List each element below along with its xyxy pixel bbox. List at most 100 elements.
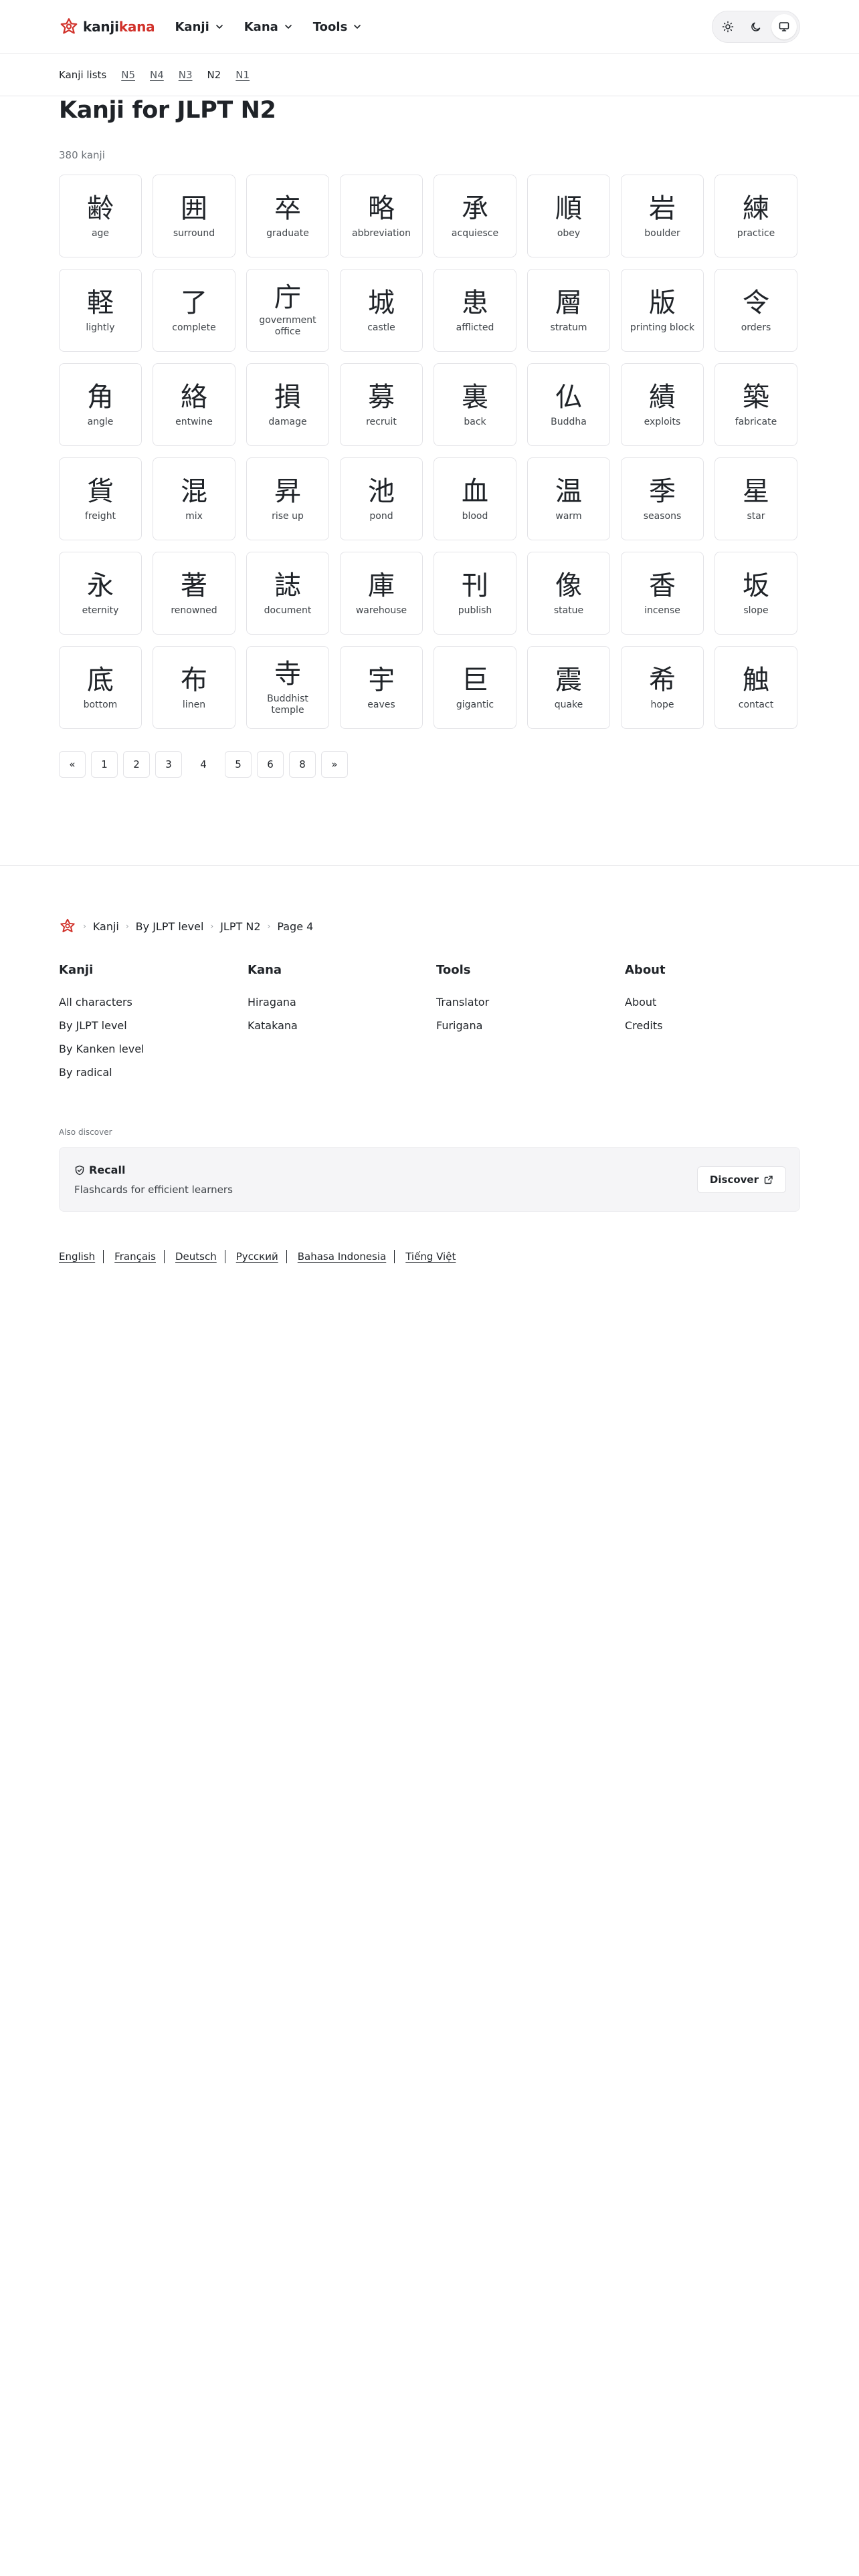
nav-kanji-menu[interactable]: Kanji <box>175 20 223 34</box>
kanji-card[interactable]: 昇 rise up <box>246 457 329 540</box>
language-english[interactable]: English <box>59 1251 95 1263</box>
footer-link-by-jlpt-level[interactable]: By JLPT level <box>59 1020 248 1032</box>
kanji-meaning: graduate <box>266 227 309 239</box>
kanji-card[interactable]: 庫 warehouse <box>340 552 423 635</box>
kanji-card[interactable]: 布 linen <box>153 646 235 729</box>
flower-logo-icon[interactable] <box>59 918 76 935</box>
pagination-page-5[interactable]: 5 <box>225 751 252 778</box>
system-theme-button[interactable] <box>771 14 797 39</box>
kanji-card[interactable]: 軽 lightly <box>59 269 142 352</box>
breadcrumb-jlpt-n2[interactable]: JLPT N2 <box>220 920 260 933</box>
kanji-card[interactable]: 宇 eaves <box>340 646 423 729</box>
kanji-card[interactable]: 星 star <box>714 457 797 540</box>
kanji-card[interactable]: 坂 slope <box>714 552 797 635</box>
pagination-page-1[interactable]: 1 <box>91 751 118 778</box>
kanji-card[interactable]: 香 incense <box>621 552 704 635</box>
kanji-card[interactable]: 永 eternity <box>59 552 142 635</box>
chevron-down-icon <box>284 25 292 29</box>
kanji-card[interactable]: 令 orders <box>714 269 797 352</box>
kanji-meaning: afflicted <box>456 322 494 333</box>
footer-column-about: About About Credits <box>625 963 814 1090</box>
kanji-card[interactable]: 池 pond <box>340 457 423 540</box>
kanji-card[interactable]: 損 damage <box>246 363 329 446</box>
kanji-card[interactable]: 練 practice <box>714 175 797 257</box>
kanji-card[interactable]: 貨 freight <box>59 457 142 540</box>
subnav-level-n3[interactable]: N3 <box>179 69 193 81</box>
language-french[interactable]: Français <box>114 1251 156 1263</box>
kanji-card[interactable]: 触 contact <box>714 646 797 729</box>
pagination-next[interactable]: » <box>321 751 348 778</box>
kanji-card[interactable]: 層 stratum <box>527 269 610 352</box>
kanji-card[interactable]: 刊 publish <box>434 552 516 635</box>
kanji-card[interactable]: 震 quake <box>527 646 610 729</box>
pagination-page-2[interactable]: 2 <box>123 751 150 778</box>
kanji-card[interactable]: 築 fabricate <box>714 363 797 446</box>
kanji-card[interactable]: 温 warm <box>527 457 610 540</box>
kanji-meaning: damage <box>268 416 307 427</box>
footer-link-about[interactable]: About <box>625 996 814 1008</box>
kanji-character: 庫 <box>368 570 395 601</box>
kanji-card[interactable]: 著 renowned <box>153 552 235 635</box>
language-indonesian[interactable]: Bahasa Indonesia <box>298 1251 387 1263</box>
footer-link-by-radical[interactable]: By radical <box>59 1067 248 1079</box>
pagination-page-3[interactable]: 3 <box>155 751 182 778</box>
nav-kana-menu[interactable]: Kana <box>244 20 293 34</box>
footer-link-furigana[interactable]: Furigana <box>436 1020 625 1032</box>
subnav-level-n1[interactable]: N1 <box>235 69 250 81</box>
kanji-card[interactable]: 略 abbreviation <box>340 175 423 257</box>
kanji-character: 卒 <box>274 193 301 224</box>
breadcrumb-by-jlpt-level[interactable]: By JLPT level <box>136 920 204 933</box>
kanji-card[interactable]: 齢 age <box>59 175 142 257</box>
kanji-card[interactable]: 承 acquiesce <box>434 175 516 257</box>
pagination-page-8[interactable]: 8 <box>289 751 316 778</box>
kanji-card[interactable]: 寺 Buddhist temple <box>246 646 329 729</box>
footer-link-all-characters[interactable]: All characters <box>59 996 248 1008</box>
pagination-prev[interactable]: « <box>59 751 86 778</box>
kanji-card[interactable]: 像 statue <box>527 552 610 635</box>
footer-link-katakana[interactable]: Katakana <box>248 1020 436 1032</box>
language-german[interactable]: Deutsch <box>175 1251 217 1263</box>
footer-link-credits[interactable]: Credits <box>625 1020 814 1032</box>
kanji-card[interactable]: 了 complete <box>153 269 235 352</box>
kanji-card[interactable]: 希 hope <box>621 646 704 729</box>
kanji-card[interactable]: 誌 document <box>246 552 329 635</box>
site-logo[interactable]: kanjikana <box>59 17 155 37</box>
kanji-card[interactable]: 績 exploits <box>621 363 704 446</box>
kanji-card[interactable]: 患 afflicted <box>434 269 516 352</box>
kanji-card[interactable]: 裏 back <box>434 363 516 446</box>
footer-link-hiragana[interactable]: Hiragana <box>248 996 436 1008</box>
light-theme-button[interactable] <box>715 14 741 39</box>
breadcrumb-kanji[interactable]: Kanji <box>93 920 119 933</box>
kanji-card[interactable]: 仏 Buddha <box>527 363 610 446</box>
kanji-card[interactable]: 版 printing block <box>621 269 704 352</box>
kanji-card[interactable]: 岩 boulder <box>621 175 704 257</box>
kanji-card[interactable]: 城 castle <box>340 269 423 352</box>
kanji-card[interactable]: 順 obey <box>527 175 610 257</box>
kanji-card[interactable]: 血 blood <box>434 457 516 540</box>
subnav-level-n5[interactable]: N5 <box>121 69 135 81</box>
kanji-card[interactable]: 募 recruit <box>340 363 423 446</box>
kanji-card[interactable]: 底 bottom <box>59 646 142 729</box>
kanji-character: 像 <box>555 570 582 601</box>
pagination-page-6[interactable]: 6 <box>257 751 284 778</box>
language-russian[interactable]: Русский <box>236 1251 278 1263</box>
kanji-card[interactable]: 囲 surround <box>153 175 235 257</box>
kanji-card[interactable]: 庁 government office <box>246 269 329 352</box>
kanji-card[interactable]: 絡 entwine <box>153 363 235 446</box>
subnav-level-n4[interactable]: N4 <box>150 69 164 81</box>
discover-button[interactable]: Discover <box>696 1166 786 1193</box>
footer-link-by-kanken-level[interactable]: By Kanken level <box>59 1043 248 1055</box>
kanji-character: 池 <box>368 475 395 507</box>
nav-tools-menu[interactable]: Tools <box>313 20 363 34</box>
kanji-card[interactable]: 巨 gigantic <box>434 646 516 729</box>
footer-link-translator[interactable]: Translator <box>436 996 625 1008</box>
kanji-card[interactable]: 季 seasons <box>621 457 704 540</box>
language-vietnamese[interactable]: Tiếng Việt <box>405 1251 456 1263</box>
kanji-meaning: angle <box>87 416 114 427</box>
dark-theme-button[interactable] <box>743 14 769 39</box>
kanji-card[interactable]: 角 angle <box>59 363 142 446</box>
kanji-card[interactable]: 混 mix <box>153 457 235 540</box>
kanji-character: 患 <box>462 287 488 318</box>
moon-icon <box>751 22 761 31</box>
kanji-card[interactable]: 卒 graduate <box>246 175 329 257</box>
